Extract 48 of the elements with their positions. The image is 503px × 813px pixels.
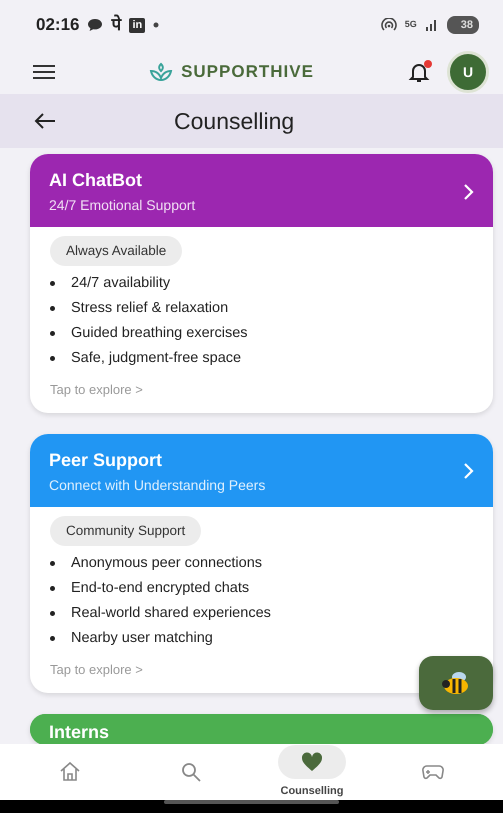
battery-indicator: 38 [446, 16, 479, 34]
bullet-icon [50, 586, 55, 591]
app-label: पे [111, 14, 122, 36]
status-time: 02:16 [36, 14, 80, 36]
bullet-icon [50, 306, 55, 312]
card-subtitle: Connect with Understanding Peers [49, 476, 266, 494]
menu-icon [32, 62, 56, 81]
card-title: Peer Support [49, 450, 162, 470]
lotus-icon [149, 62, 174, 82]
notification-button[interactable] [407, 60, 431, 84]
card-subtitle: 24/7 Emotional Support [49, 197, 196, 214]
card-title: Interns [49, 722, 110, 742]
feature-text: Stress relief & relaxation [71, 299, 228, 318]
service-card[interactable]: AI ChatBot 24/7 Emotional Support Always Available 24/7 availability Stress relief & relaxation Guided breathing exercises Safe, judgment-free space Tap to explore > [30, 154, 493, 413]
bee-button[interactable] [419, 656, 493, 710]
feature-text: Guided breathing exercises [71, 324, 248, 344]
card-tag: Always Available [50, 236, 182, 266]
feature-text: Nearby user matching [71, 629, 213, 648]
network-label: 5G [404, 18, 417, 32]
linkedin-icon: in [129, 18, 146, 32]
nav-tab[interactable]: Counselling [262, 744, 362, 800]
feature-text: 24/7 availability [71, 274, 170, 294]
brand-name: SUPPORTHIVE [181, 61, 314, 84]
card-title: AI ChatBot [49, 170, 142, 190]
bullet-icon [50, 611, 55, 616]
hotspot-icon [380, 18, 397, 32]
feature-text: Safe, judgment-free space [71, 349, 242, 368]
bullet-icon [50, 561, 55, 566]
bullet-icon [50, 356, 55, 362]
service-card[interactable]: Peer Support Connect with Understanding Peers Community Support Anonymous peer connections End-to-end encrypted chats Real-world shared experiences Nearby user matching Tap to explore > [30, 434, 493, 692]
card-tag: Community Support [50, 516, 202, 546]
chevron-right-icon [463, 182, 475, 200]
avatar-button[interactable]: U [447, 51, 489, 93]
bullet-icon [50, 331, 55, 336]
signal-icon [424, 19, 439, 31]
feature-text: Real-world shared experiences [71, 604, 271, 623]
bullet-icon [50, 281, 55, 286]
feature-text: Anonymous peer connections [71, 554, 262, 573]
chevron-right-icon [463, 462, 475, 480]
search-icon [179, 760, 203, 784]
home-icon [58, 760, 82, 784]
bullet-icon [50, 636, 55, 641]
page-title: Counselling [174, 106, 294, 136]
chat-icon [87, 18, 104, 32]
dot-icon [153, 22, 160, 28]
back-arrow-icon [34, 112, 56, 130]
feature-text: End-to-end encrypted chats [71, 579, 250, 598]
heart-icon [300, 750, 324, 774]
